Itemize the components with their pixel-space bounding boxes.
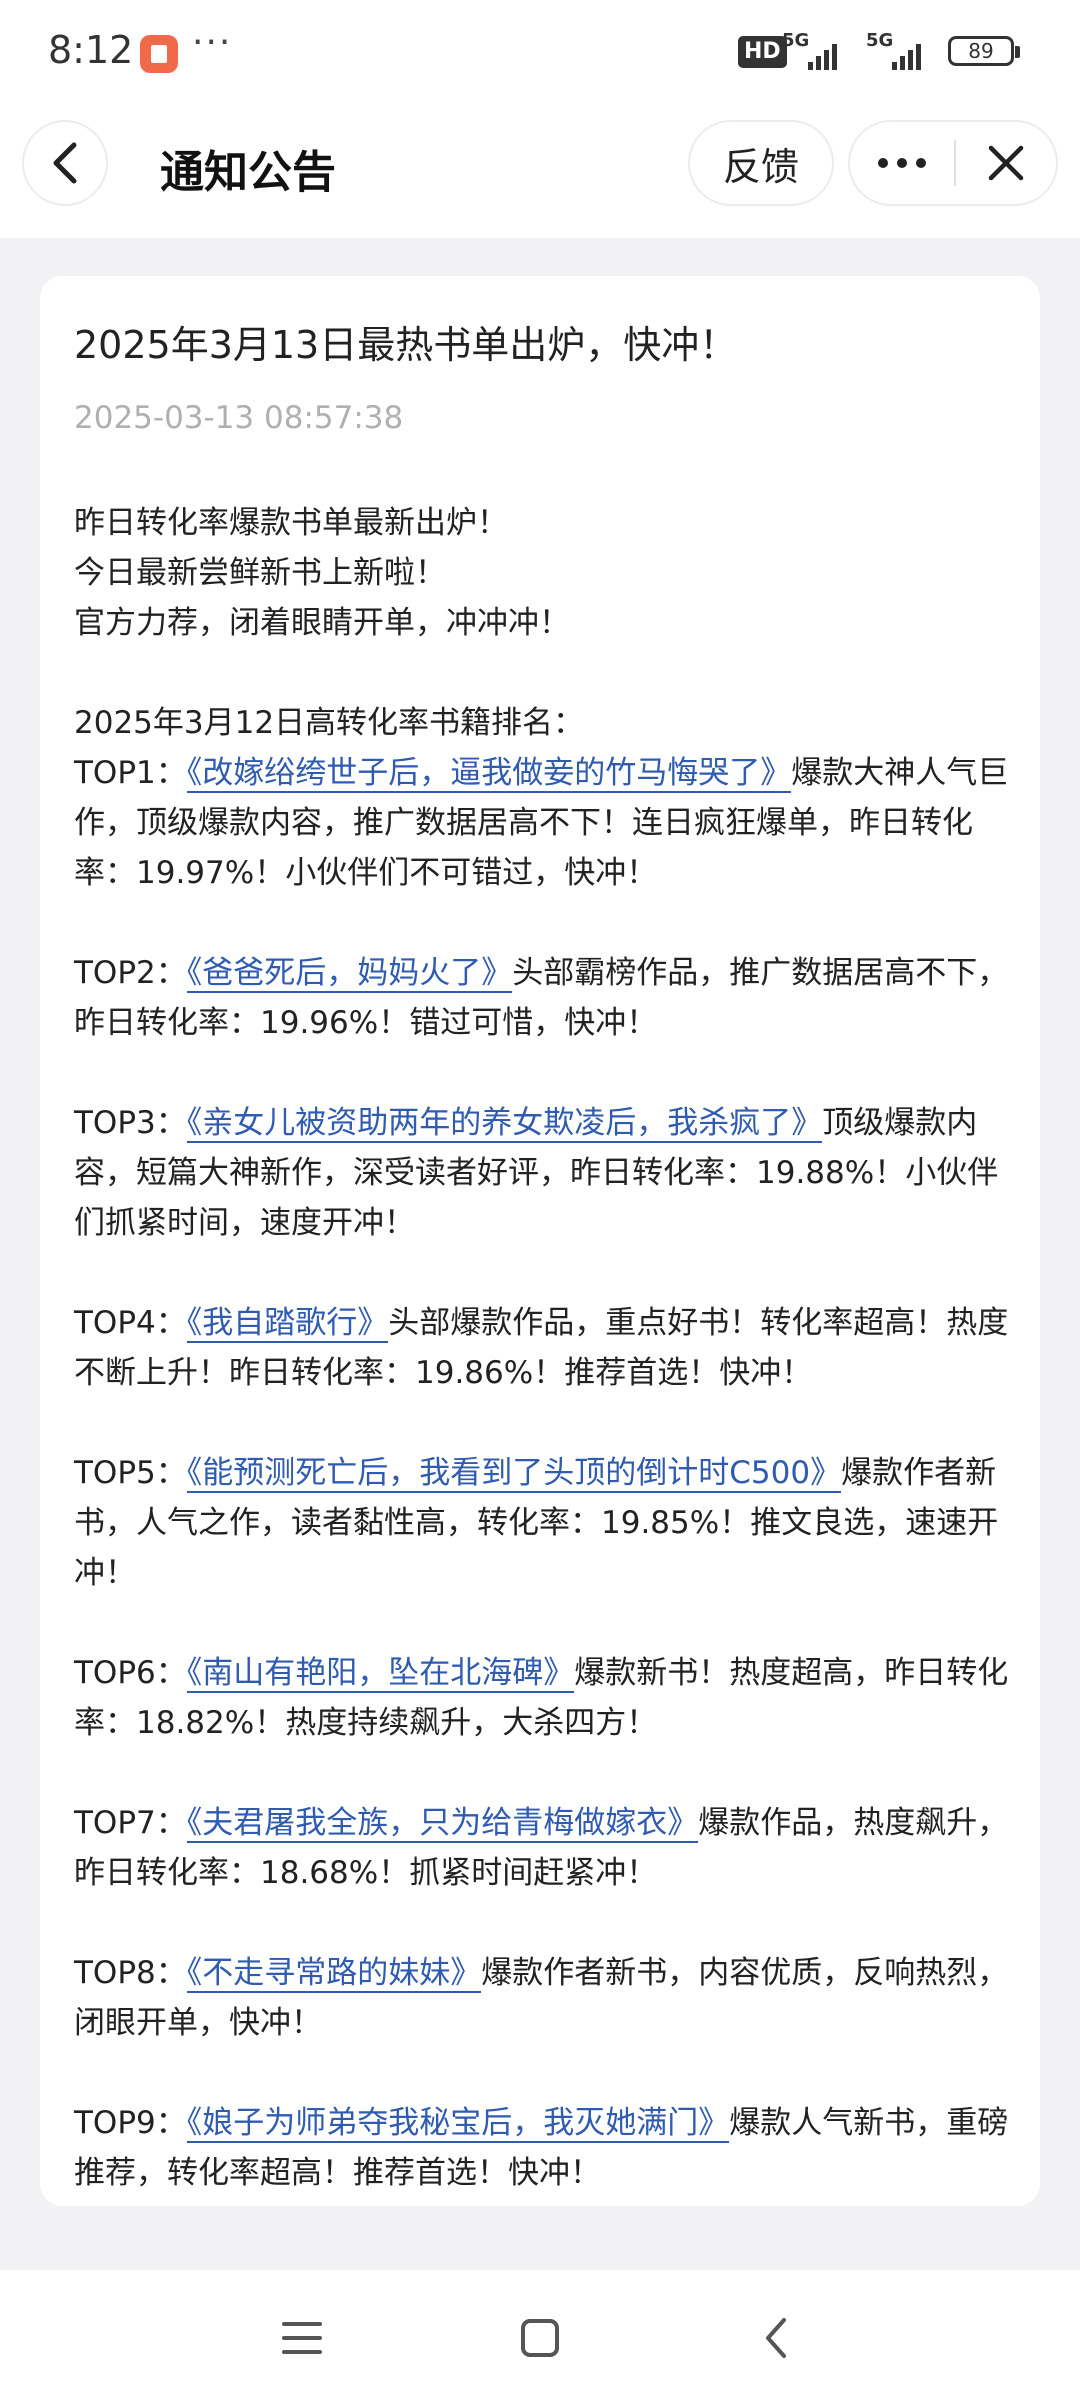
- rank-label: TOP4：: [74, 1305, 187, 1341]
- battery-icon: 89: [948, 36, 1020, 66]
- close-icon: [988, 145, 1024, 181]
- status-bar: 8:12 ··· HD 5G 5G 89: [0, 0, 1080, 106]
- ranking-entry: TOP9：《娘子为师弟夺我秘宝后，我灭她满门》爆款人气新书，重磅推荐，转化率超高…: [74, 2098, 1024, 2198]
- menu-icon: [282, 2322, 322, 2354]
- ranking-entry: TOP2：《爸爸死后，妈妈火了》头部霸榜作品，推广数据居高不下，昨日转化率：19…: [74, 948, 1024, 1048]
- page-title: 通知公告: [160, 147, 336, 198]
- book-link[interactable]: 《不走寻常路的妹妹》: [186, 1955, 482, 1993]
- intro-line: 昨日转化率爆款书单最新出炉！: [74, 505, 508, 541]
- rank-label: TOP3：: [74, 1105, 187, 1141]
- article-body: 昨日转化率爆款书单最新出炉！ 今日最新尝鲜新书上新啦！ 官方力荐，闭着眼睛开单，…: [74, 498, 1024, 2198]
- system-back-button[interactable]: [736, 2298, 816, 2378]
- ranking-entry: TOP4：《我自踏歌行》头部爆款作品，重点好书！转化率超高！热度不断上升！昨日转…: [74, 1298, 1024, 1398]
- more-button[interactable]: [850, 122, 954, 204]
- ranking-entry: TOP5：《能预测死亡后，我看到了头顶的倒计时C500》爆款作者新书，人气之作，…: [74, 1448, 1024, 1598]
- network-type-label: 5G: [782, 30, 810, 51]
- intro-line: 官方力荐，闭着眼睛开单，冲冲冲！: [74, 605, 570, 641]
- rank-label: TOP1：: [74, 755, 187, 791]
- book-link[interactable]: 《亲女儿被资助两年的养女欺凌后，我杀疯了》: [186, 1105, 823, 1143]
- ranking-entry: TOP6：《南山有艳阳，坠在北海碑》爆款新书！热度超高，昨日转化率：18.82%…: [74, 1648, 1024, 1748]
- announcement-card: 2025年3月13日最热书单出炉，快冲！ 2025-03-13 08:57:38…: [40, 276, 1040, 2206]
- book-link[interactable]: 《爸爸死后，妈妈火了》: [186, 955, 513, 993]
- intro-line: 今日最新尝鲜新书上新啦！: [74, 555, 446, 591]
- status-more-dots: ···: [192, 22, 233, 63]
- hd-voice-badge: HD: [738, 36, 787, 68]
- signal-icon: 5G: [782, 30, 852, 74]
- chevron-left-icon: [53, 142, 77, 184]
- rank-label: TOP6：: [74, 1655, 187, 1691]
- book-link[interactable]: 《改嫁绤绔世子后，逼我做妾的竹马悔哭了》: [186, 755, 792, 793]
- more-horizontal-icon: [878, 158, 926, 168]
- book-link[interactable]: 《夫君屠我全族，只为给青梅做嫁衣》: [186, 1805, 699, 1843]
- feedback-button[interactable]: 反馈: [688, 120, 834, 206]
- rank-label: TOP8：: [74, 1955, 187, 1991]
- network-type-label-2: 5G: [866, 30, 894, 51]
- rank-label: TOP9：: [74, 2105, 187, 2141]
- ranking-entry: TOP8：《不走寻常路的妹妹》爆款作者新书，内容优质，反响热烈，闭眼开单，快冲！: [74, 1948, 1024, 2048]
- close-button[interactable]: [956, 122, 1056, 204]
- status-time: 8:12: [48, 28, 134, 72]
- article-timestamp: 2025-03-13 08:57:38: [74, 400, 404, 436]
- rank-label: TOP7：: [74, 1805, 187, 1841]
- navigation-bar: 通知公告 反馈: [0, 106, 1080, 238]
- ranking-entry: TOP1：《改嫁绤绔世子后，逼我做妾的竹马悔哭了》爆款大神人气巨作，顶级爆款内容…: [74, 748, 1024, 898]
- ranking-entry: TOP3：《亲女儿被资助两年的养女欺凌后，我杀疯了》顶级爆款内容，短篇大神新作，…: [74, 1098, 1024, 1248]
- notification-app-icon: [140, 35, 178, 73]
- book-link[interactable]: 《娘子为师弟夺我秘宝后，我灭她满门》: [186, 2105, 730, 2143]
- system-back-icon: [766, 2318, 786, 2358]
- home-square-icon: [521, 2319, 559, 2357]
- ranking-heading: 2025年3月12日高转化率书籍排名：: [74, 705, 585, 741]
- book-link[interactable]: 《南山有艳阳，坠在北海碑》: [186, 1655, 575, 1693]
- ranking-entry: TOP7：《夫君屠我全族，只为给青梅做嫁衣》爆款作品，热度飙升，昨日转化率：18…: [74, 1798, 1024, 1898]
- article-title: 2025年3月13日最热书单出炉，快冲！: [74, 323, 738, 367]
- back-button[interactable]: [22, 120, 108, 206]
- signal-icon-2: 5G: [866, 30, 936, 74]
- rank-label: TOP2：: [74, 955, 187, 991]
- mini-program-capsule: [848, 120, 1058, 206]
- home-button[interactable]: [500, 2298, 580, 2378]
- book-link[interactable]: 《能预测死亡后，我看到了头顶的倒计时C500》: [186, 1455, 842, 1493]
- rank-label: TOP5：: [74, 1455, 187, 1491]
- system-navigation-bar: [0, 2270, 1080, 2400]
- book-link[interactable]: 《我自踏歌行》: [186, 1305, 389, 1343]
- menu-button[interactable]: [262, 2298, 342, 2378]
